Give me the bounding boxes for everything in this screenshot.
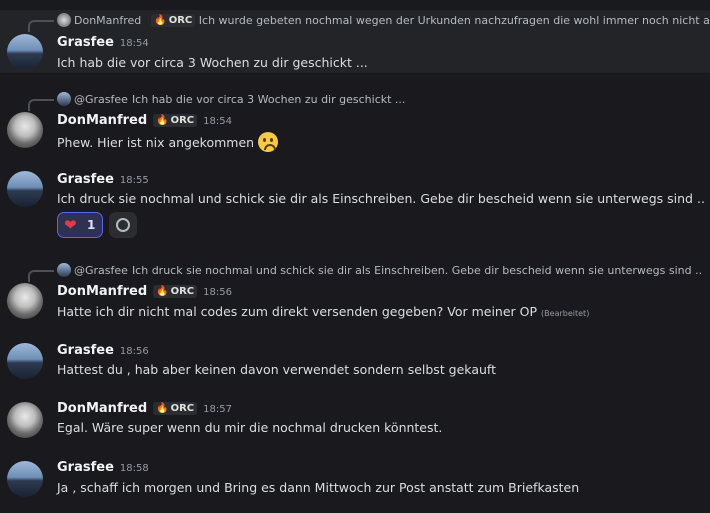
reply-avatar: [57, 92, 71, 106]
message[interactable]: @Grasfee Ich hab die vor circa 3 Wochen z…: [0, 88, 710, 152]
reply-content: DonManfred 🔥 ORC Ich wurde gebeten nochmal…: [57, 13, 710, 27]
avatar[interactable]: [7, 283, 43, 319]
author-name[interactable]: DonManfred 🔥 ORC 18:54: [57, 113, 232, 128]
avatar[interactable]: [7, 34, 43, 70]
heart-reaction[interactable]: ❤ 1: [57, 212, 103, 238]
avatar[interactable]: [7, 171, 43, 207]
message[interactable]: @Grasfee Ich druck sie nochmal und schick…: [0, 260, 710, 326]
role-tag: 🔥 ORC: [153, 114, 198, 127]
role-tag-label: ORC: [168, 15, 193, 26]
message-text: Ich druck sie nochmal und schick sie dir…: [57, 191, 705, 206]
avatar[interactable]: [7, 461, 43, 497]
message-text: Ja , schaff ich morgen und Bring es dann…: [57, 480, 580, 495]
author-name[interactable]: Grasfee 18:58: [57, 460, 149, 475]
role-tag-label: ORC: [170, 115, 195, 126]
message-text: Egal. Wäre super wenn du mir die nochmal…: [57, 420, 443, 435]
author-label[interactable]: DonManfred: [57, 113, 147, 128]
timestamp: 18:58: [119, 463, 149, 474]
reply-text: Ich hab die vor circa 3 Wochen zu dir ge…: [131, 93, 406, 106]
reply-author: @Grasfee: [74, 93, 128, 106]
timestamp: 18:55: [119, 175, 149, 186]
role-tag: 🔥 ORC: [151, 14, 196, 27]
author-label[interactable]: DonManfred: [57, 284, 147, 299]
message-text-content: Hatte ich dir nicht mal codes zum direkt…: [57, 304, 538, 319]
author-name[interactable]: Grasfee 18:54: [57, 35, 149, 50]
role-tag-label: ORC: [170, 403, 195, 414]
reply-text: Ich wurde gebeten nochmal wegen der Urku…: [198, 14, 710, 27]
message-text: Ich hab die vor circa 3 Wochen zu dir ge…: [57, 55, 368, 70]
message[interactable]: DonManfred 🔥 ORC 18:57 Egal. Wäre super wen…: [0, 396, 710, 446]
reply-spine: [28, 270, 54, 282]
avatar[interactable]: [7, 343, 43, 379]
author-name[interactable]: DonManfred 🔥 ORC 18:56: [57, 284, 232, 299]
author-label[interactable]: DonManfred: [57, 401, 147, 416]
timestamp: 18:56: [203, 287, 232, 298]
message-text: Phew. Hier ist nix angekommen: [57, 132, 279, 152]
frowning-face-icon: [258, 132, 279, 152]
author-name[interactable]: Grasfee 18:56: [57, 343, 149, 358]
add-reaction-button[interactable]: [109, 212, 137, 238]
role-tag: 🔥 ORC: [153, 402, 198, 415]
reply-spine: [28, 20, 54, 32]
edited-label: (Bearbeitet): [541, 309, 590, 318]
timestamp: 18:54: [119, 38, 149, 49]
message[interactable]: DonManfred 🔥 ORC Ich wurde gebeten nochmal…: [0, 10, 710, 73]
smiley-icon: [116, 218, 130, 232]
reply-author: @Grasfee: [74, 264, 128, 277]
role-tag-label: ORC: [170, 286, 195, 297]
reply-spine: [28, 99, 54, 111]
flame-icon: 🔥: [156, 403, 169, 414]
message[interactable]: Grasfee 18:56 Hattest du , hab aber keine…: [0, 337, 710, 387]
role-tag: 🔥 ORC: [153, 285, 198, 298]
author-label[interactable]: Grasfee: [57, 35, 114, 50]
reply-content: @Grasfee Ich hab die vor circa 3 Wochen z…: [57, 92, 405, 106]
author-label[interactable]: Grasfee: [57, 172, 114, 187]
reaction-count: 1: [87, 218, 96, 232]
reply-text: Ich druck sie nochmal und schick sie dir…: [131, 264, 703, 277]
author-name[interactable]: DonManfred 🔥 ORC 18:57: [57, 401, 232, 416]
reply-content: @Grasfee Ich druck sie nochmal und schick…: [57, 263, 702, 277]
message-text: Hatte ich dir nicht mal codes zum direkt…: [57, 304, 589, 319]
avatar[interactable]: [7, 112, 43, 148]
flame-icon: 🔥: [154, 15, 167, 26]
author-label[interactable]: Grasfee: [57, 460, 114, 475]
author-label[interactable]: Grasfee: [57, 343, 114, 358]
heart-icon: ❤: [64, 216, 77, 234]
author-name[interactable]: Grasfee 18:55: [57, 172, 149, 187]
timestamp: 18:54: [203, 116, 232, 127]
reply-avatar: [57, 263, 71, 277]
timestamp: 18:56: [119, 346, 149, 357]
avatar[interactable]: [7, 402, 43, 438]
reply-avatar: [57, 13, 71, 27]
message[interactable]: Grasfee 18:55 Ich druck sie nochmal und s…: [0, 165, 710, 245]
message-text-content: Phew. Hier ist nix angekommen: [57, 135, 255, 150]
message-text: Hattest du , hab aber keinen davon verwe…: [57, 362, 496, 377]
reply-author: DonManfred: [74, 14, 142, 27]
timestamp: 18:57: [203, 404, 232, 415]
message[interactable]: Grasfee 18:58 Ja , schaff ich morgen und …: [0, 455, 710, 505]
flame-icon: 🔥: [156, 286, 169, 297]
flame-icon: 🔥: [156, 115, 169, 126]
